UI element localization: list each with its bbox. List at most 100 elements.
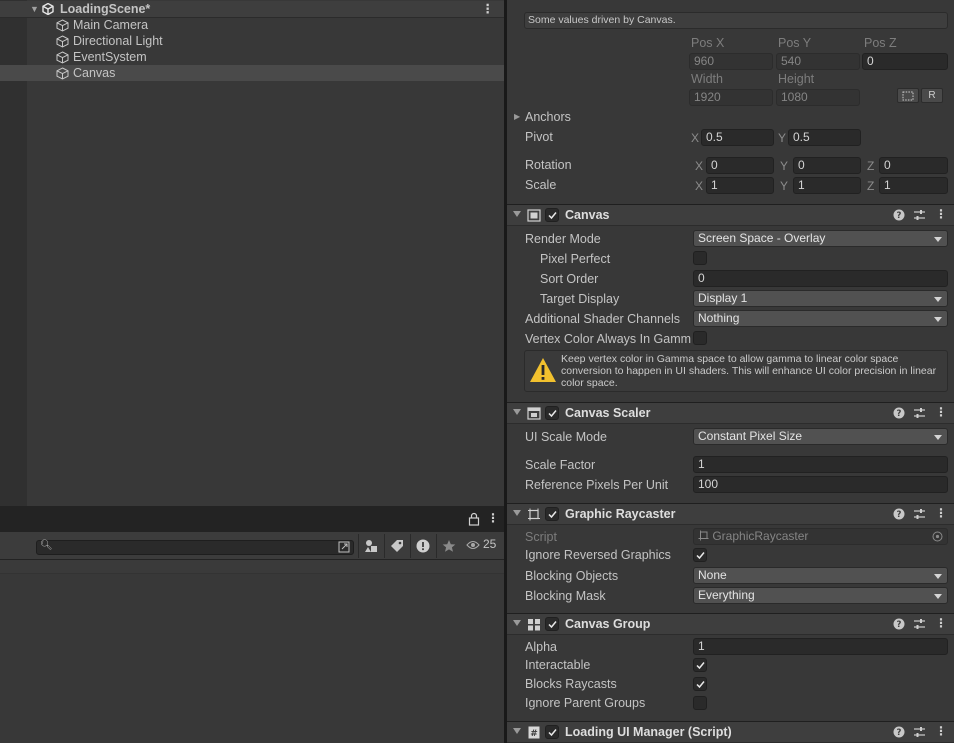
loading-ui-manager-foldout-icon[interactable] — [513, 728, 521, 734]
anchors-label[interactable]: Anchors — [525, 110, 571, 124]
loading-ui-manager-title: Loading UI Manager (Script) — [565, 725, 732, 739]
blocking-objects-value: None — [698, 568, 727, 582]
pos-y-field[interactable]: 540 — [776, 53, 860, 70]
hierarchy-item-directional-light[interactable]: Directional Light — [0, 33, 504, 49]
component-menu-icon[interactable]: ⋮ — [935, 724, 947, 738]
sort-order-field[interactable]: 0 — [693, 270, 948, 287]
graphic-raycaster-foldout-icon[interactable] — [513, 510, 521, 516]
width-field[interactable]: 1920 — [689, 89, 773, 106]
scene-menu-icon[interactable]: ⋮ — [482, 1, 495, 17]
presets-icon[interactable] — [913, 407, 926, 420]
shader-channels-dropdown[interactable]: Nothing — [693, 310, 948, 327]
script-field[interactable]: GraphicRaycaster — [693, 528, 948, 545]
pivot-y-field[interactable]: 0.5 — [788, 129, 861, 146]
eye-icon — [466, 540, 480, 550]
filter-errors-button[interactable] — [410, 534, 434, 558]
component-menu-icon[interactable]: ⋮ — [935, 616, 947, 630]
loading-ui-manager-enabled-checkbox[interactable] — [545, 725, 559, 739]
object-picker-icon[interactable] — [932, 531, 943, 542]
presets-icon[interactable] — [913, 726, 926, 739]
pivot-x-axis: X — [691, 131, 700, 145]
hidden-count: 25 — [483, 537, 497, 551]
gameobject-cube-icon — [56, 35, 69, 48]
blueprint-mode-button[interactable] — [897, 88, 919, 103]
scene-foldout-icon[interactable]: ▼ — [30, 1, 39, 17]
canvas-component-header[interactable]: Canvas ? ⋮ — [507, 204, 954, 226]
hierarchy-item-eventsystem[interactable]: EventSystem — [0, 49, 504, 65]
loading-ui-manager-header[interactable]: # Loading UI Manager (Script) ? ⋮ — [507, 721, 954, 743]
svg-text:#: # — [530, 729, 538, 739]
filter-by-type-button[interactable] — [358, 534, 382, 558]
warning-icon — [530, 358, 556, 382]
canvas-scaler-header[interactable]: Canvas Scaler ? ⋮ — [507, 402, 954, 424]
scene-row[interactable]: ▼ LoadingScene* ⋮ — [0, 1, 504, 18]
help-icon[interactable]: ? — [893, 508, 905, 520]
vertex-color-checkbox[interactable] — [693, 331, 707, 345]
scale-x-field[interactable]: 1 — [706, 177, 774, 194]
ui-scale-mode-dropdown[interactable]: Constant Pixel Size — [693, 428, 948, 445]
help-icon[interactable]: ? — [893, 726, 905, 738]
canvas-group-header[interactable]: Canvas Group ? ⋮ — [507, 613, 954, 635]
svg-text:?: ? — [897, 728, 902, 738]
canvas-scaler-foldout-icon[interactable] — [513, 409, 521, 415]
component-menu-icon[interactable]: ⋮ — [935, 506, 947, 520]
ignore-reversed-label: Ignore Reversed Graphics — [525, 548, 671, 562]
svg-text:?: ? — [897, 510, 902, 520]
help-icon[interactable]: ? — [893, 209, 905, 221]
panel-menu-icon[interactable]: ⋮ — [487, 511, 499, 525]
canvas-title: Canvas — [565, 208, 610, 222]
component-menu-icon[interactable]: ⋮ — [935, 405, 947, 419]
ignore-reversed-checkbox[interactable] — [693, 548, 707, 562]
raw-edit-button[interactable]: R — [921, 88, 943, 103]
filter-by-label-button[interactable] — [384, 534, 408, 558]
pivot-x-field[interactable]: 0.5 — [701, 129, 774, 146]
blocking-objects-dropdown[interactable]: None — [693, 567, 948, 584]
hierarchy-item-main-camera[interactable]: Main Camera — [0, 17, 504, 33]
scale-factor-field[interactable]: 1 — [693, 456, 948, 473]
help-icon[interactable]: ? — [893, 618, 905, 630]
blocks-raycasts-checkbox[interactable] — [693, 677, 707, 691]
canvas-icon — [527, 209, 541, 222]
component-menu-icon[interactable]: ⋮ — [935, 207, 947, 221]
hidden-packages-toggle[interactable]: 25 — [466, 537, 496, 551]
canvas-foldout-icon[interactable] — [513, 211, 521, 217]
pos-z-field[interactable]: 0 — [862, 53, 948, 70]
render-mode-label: Render Mode — [525, 232, 601, 246]
pixel-perfect-checkbox[interactable] — [693, 251, 707, 265]
search-by-type-icon[interactable] — [338, 541, 350, 553]
rotation-y-field[interactable]: 0 — [793, 157, 861, 174]
presets-icon[interactable] — [913, 508, 926, 521]
alpha-field[interactable]: 1 — [693, 638, 948, 655]
presets-icon[interactable] — [913, 209, 926, 222]
lock-icon[interactable] — [468, 512, 480, 526]
pos-x-label: Pos X — [691, 36, 725, 50]
search-input[interactable]: 🔍︎ — [36, 540, 354, 555]
render-mode-dropdown[interactable]: Screen Space - Overlay — [693, 230, 948, 247]
search-icon: 🔍︎ — [40, 540, 53, 551]
pos-x-field[interactable]: 960 — [689, 53, 773, 70]
favorites-button[interactable] — [436, 534, 460, 558]
rotation-x-field[interactable]: 0 — [706, 157, 774, 174]
scale-z-field[interactable]: 1 — [879, 177, 948, 194]
graphic-raycaster-enabled-checkbox[interactable] — [545, 507, 559, 521]
interactable-checkbox[interactable] — [693, 658, 707, 672]
scale-y-field[interactable]: 1 — [793, 177, 861, 194]
help-icon[interactable]: ? — [893, 407, 905, 419]
canvas-group-enabled-checkbox[interactable] — [545, 617, 559, 631]
anchors-foldout-icon[interactable]: ▶ — [514, 112, 520, 121]
ignore-parent-checkbox[interactable] — [693, 696, 707, 710]
blocking-mask-value: Everything — [698, 588, 755, 602]
ref-ppu-field[interactable]: 100 — [693, 476, 948, 493]
height-field[interactable]: 1080 — [776, 89, 860, 106]
canvas-enabled-checkbox[interactable] — [545, 208, 559, 222]
target-display-dropdown[interactable]: Display 1 — [693, 290, 948, 307]
presets-icon[interactable] — [913, 618, 926, 631]
hierarchy-item-canvas[interactable]: Canvas — [0, 65, 504, 81]
blocking-mask-dropdown[interactable]: Everything — [693, 587, 948, 604]
canvas-group-foldout-icon[interactable] — [513, 620, 521, 626]
rotation-z-field[interactable]: 0 — [879, 157, 948, 174]
render-mode-value: Screen Space - Overlay — [698, 231, 826, 245]
graphic-raycaster-header[interactable]: Graphic Raycaster ? ⋮ — [507, 503, 954, 525]
canvas-scaler-enabled-checkbox[interactable] — [545, 406, 559, 420]
graphic-raycaster-icon — [528, 508, 540, 521]
